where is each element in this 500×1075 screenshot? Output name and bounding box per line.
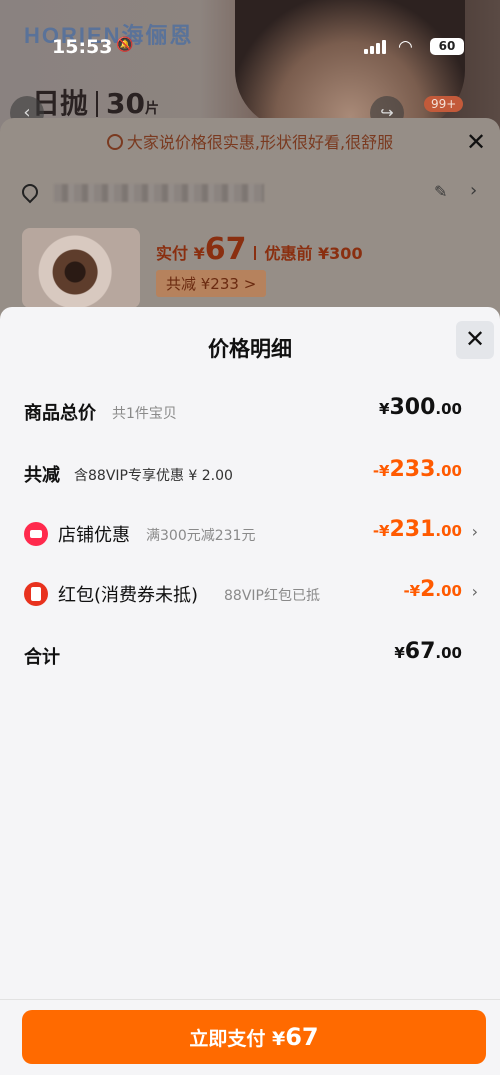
chevron-right-icon: ›: [471, 582, 478, 601]
cell-signal-icon: [364, 38, 390, 54]
store-icon: [24, 522, 48, 546]
price-detail-sheet: 价格明细 ✕ 商品总价 共1件宝贝 ¥300.00 共减 含88VIP专享优惠 …: [0, 307, 500, 1075]
status-bar: 15:53 🔕 ◠ 60: [0, 0, 500, 58]
row-amount: -¥233.00: [372, 457, 462, 482]
chat-icon: [106, 134, 123, 150]
divider: [0, 999, 500, 1000]
grand-total-row: 合计 ¥67.00: [24, 639, 476, 673]
goods-total-row: 商品总价 共1件宝贝 ¥300.00: [24, 395, 476, 429]
actual-price: 实付 ¥67 优惠前 ¥300: [156, 232, 363, 267]
row-amount: ¥300.00: [379, 395, 462, 420]
total-cut-tag[interactable]: 共减 ¥233 >: [156, 270, 267, 297]
review-tip: 大家说价格很实惠,形状很好看,很舒服: [0, 126, 500, 160]
close-button[interactable]: ✕: [456, 321, 494, 359]
total-discount-row: 共减 含88VIP专享优惠 ¥ 2.00 -¥233.00: [24, 457, 476, 491]
location-icon: [18, 180, 42, 204]
chevron-right-icon: ›: [471, 522, 478, 541]
row-label: 商品总价: [24, 403, 96, 424]
battery-icon: 60: [430, 38, 464, 55]
product-spec: 日抛 30片: [32, 87, 159, 120]
sheet-close-icon[interactable]: ✕: [466, 128, 486, 156]
row-amount: -¥2.00: [403, 577, 462, 602]
address-row[interactable]: ✎ ›: [18, 180, 482, 206]
wifi-icon: ◠: [398, 37, 413, 57]
product-thumbnail: [22, 228, 140, 308]
row-label: 店铺优惠: [58, 525, 130, 546]
edit-icon[interactable]: ✎: [434, 182, 447, 201]
row-sub: 含88VIP专享优惠 ¥ 2.00: [74, 468, 233, 484]
clock: 15:53: [52, 36, 113, 58]
store-discount-row[interactable]: 店铺优惠 满300元减231元 -¥231.00 ›: [24, 517, 478, 551]
pay-now-button[interactable]: 立即支付 ¥67: [22, 1010, 486, 1064]
red-packet-row[interactable]: 红包(消费券未抵) 88VIP红包已抵 -¥2.00 ›: [24, 577, 478, 611]
address-blurred: [54, 184, 264, 202]
cart-badge: 99+: [424, 96, 464, 112]
row-amount: ¥67.00: [394, 639, 462, 664]
row-label: 共减: [24, 465, 60, 486]
chevron-right-icon: ›: [470, 180, 478, 201]
red-packet-icon: [24, 582, 48, 606]
row-sub: 共1件宝贝: [112, 406, 177, 422]
row-amount: -¥231.00: [372, 517, 462, 542]
mute-bell-icon: 🔕: [116, 37, 134, 53]
row-label: 红包(消费券未抵): [58, 585, 199, 606]
row-label: 合计: [24, 647, 60, 668]
modal-title: 价格明细: [208, 337, 292, 361]
row-sub: 满300元减231元: [146, 528, 256, 544]
row-sub: 88VIP红包已抵: [224, 588, 320, 604]
